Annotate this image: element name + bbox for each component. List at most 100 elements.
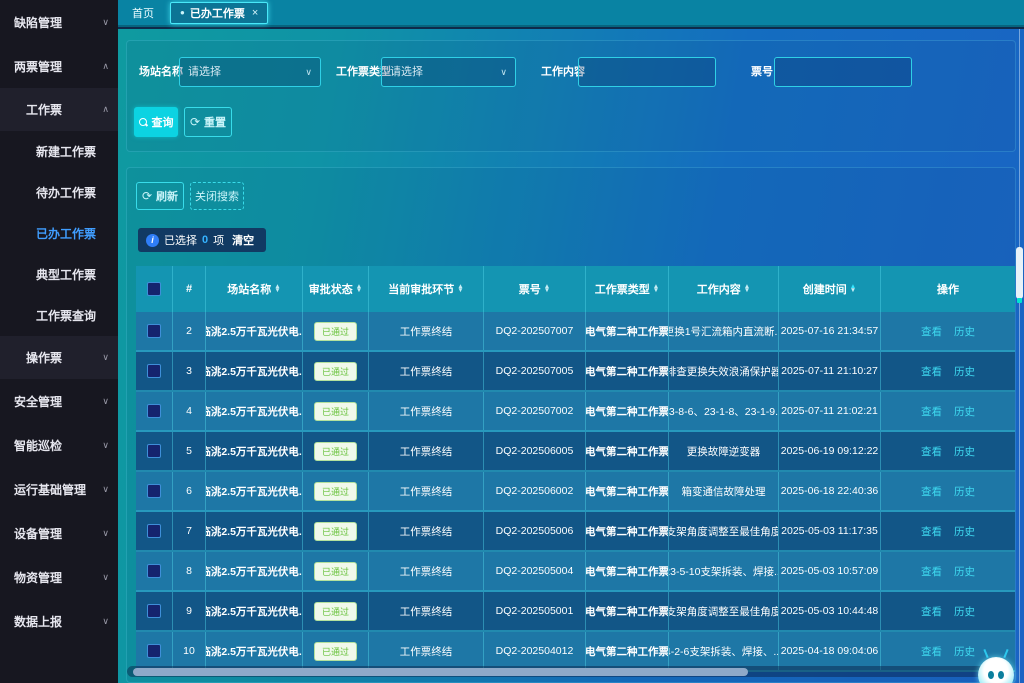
work-content-input[interactable] (587, 58, 707, 86)
row-checkbox[interactable] (147, 364, 161, 378)
select-all-checkbox[interactable] (147, 282, 161, 296)
sidebar-item-todo-work-ticket[interactable]: 待办工作票 (0, 172, 118, 213)
horizontal-scrollbar-thumb[interactable] (133, 668, 748, 676)
header-4[interactable]: 当前审批环节▲▼ (369, 266, 484, 312)
row-station: 临洮2.5万千瓦光伏电... (206, 552, 303, 590)
horizontal-scrollbar[interactable] (127, 666, 1004, 677)
history-link[interactable]: 历史 (954, 364, 975, 379)
header-3[interactable]: 审批状态▲▼ (303, 266, 369, 312)
sidebar-item-operation-base-management[interactable]: 运行基础管理 ∨ (0, 467, 118, 511)
header-7[interactable]: 工作内容▲▼ (669, 266, 779, 312)
row-index: 10 (173, 632, 206, 670)
header-2[interactable]: 场站名称▲▼ (206, 266, 303, 312)
sidebar-item-work-ticket-query[interactable]: 工作票查询 (0, 295, 118, 336)
sidebar-item-material-management[interactable]: 物资管理 ∨ (0, 555, 118, 599)
table-body: 2 临洮2.5万千瓦光伏电... 已通过 工作票终结 DQ2-202507007… (136, 312, 1015, 672)
view-link[interactable]: 查看 (921, 484, 942, 499)
header-5[interactable]: 票号▲▼ (484, 266, 586, 312)
sidebar-item-equipment-management[interactable]: 设备管理 ∨ (0, 511, 118, 555)
sidebar-item-smart-inspection[interactable]: 智能巡检 ∨ (0, 423, 118, 467)
row-ticket-no: DQ2-202507005 (484, 352, 586, 390)
sort-icon[interactable]: ▲▼ (744, 285, 750, 294)
history-link[interactable]: 历史 (954, 324, 975, 339)
ticket-type-select[interactable]: 请选择 ∨ (381, 57, 516, 87)
view-link[interactable]: 查看 (921, 364, 942, 379)
robot-antenna-icon (983, 649, 988, 658)
station-name-select[interactable]: 请选择 ∨ (179, 57, 321, 87)
history-link[interactable]: 历史 (954, 404, 975, 419)
row-checkbox[interactable] (147, 484, 161, 498)
vertical-scrollbar-thumb[interactable] (1016, 247, 1023, 299)
sort-icon[interactable]: ▲▼ (457, 285, 463, 294)
sort-icon[interactable]: ▲▼ (274, 285, 280, 294)
row-station: 临洮2.5万千瓦光伏电... (206, 512, 303, 550)
history-link[interactable]: 历史 (954, 444, 975, 459)
row-index: 8 (173, 552, 206, 590)
sidebar-item-new-work-ticket[interactable]: 新建工作票 (0, 131, 118, 172)
sidebar-item-work-ticket[interactable]: 工作票 ∧ (0, 88, 118, 131)
view-link[interactable]: 查看 (921, 404, 942, 419)
tab-done-work-ticket[interactable]: ● 已办工作票 × (170, 2, 268, 24)
header-6[interactable]: 工作票类型▲▼ (586, 266, 669, 312)
status-badge: 已通过 (314, 562, 357, 581)
row-work-content: 排查更换失效浪涌保护器 (669, 352, 779, 390)
sidebar-item-data-reporting[interactable]: 数据上报 ∨ (0, 599, 118, 643)
row-checkbox[interactable] (147, 564, 161, 578)
row-created-time: 2025-05-03 10:57:09 (779, 552, 881, 590)
history-link[interactable]: 历史 (954, 564, 975, 579)
sidebar-item-two-ticket-management[interactable]: 两票管理 ∧ (0, 44, 118, 88)
tab-home[interactable]: 首页 (118, 5, 168, 21)
row-checkbox[interactable] (147, 644, 161, 658)
tab-dot-icon: ● (180, 8, 185, 17)
sort-icon[interactable]: ▲▼ (356, 285, 362, 294)
status-badge: 已通过 (314, 322, 357, 341)
view-link[interactable]: 查看 (921, 564, 942, 579)
ticket-no-input[interactable] (783, 58, 903, 86)
close-search-button[interactable]: 关闭搜索 (190, 182, 244, 210)
history-link[interactable]: 历史 (954, 604, 975, 619)
sort-icon[interactable]: ▲▼ (544, 285, 550, 294)
sidebar-item-defect-management[interactable]: 缺陷管理 ∨ (0, 0, 118, 44)
row-checkbox[interactable] (147, 604, 161, 618)
robot-head-icon (978, 657, 1014, 683)
row-approval-step: 工作票终结 (369, 392, 484, 430)
vertical-scrollbar-track (1019, 29, 1020, 683)
station-name-label: 场站名称 (139, 57, 183, 87)
row-station: 临洮2.5万千瓦光伏电... (206, 312, 303, 350)
view-link[interactable]: 查看 (921, 444, 942, 459)
search-icon (139, 118, 148, 127)
row-checkbox[interactable] (147, 324, 161, 338)
row-checkbox[interactable] (147, 524, 161, 538)
clear-selection-button[interactable]: 清空 (232, 232, 254, 248)
history-link[interactable]: 历史 (954, 524, 975, 539)
chevron-down-icon: ∨ (102, 352, 109, 363)
reset-button[interactable]: ⟳ 重置 (184, 107, 232, 137)
header-1: # (173, 266, 206, 312)
refresh-button[interactable]: ⟳ 刷新 (136, 182, 184, 210)
view-link[interactable]: 查看 (921, 524, 942, 539)
sidebar-item-operation-ticket[interactable]: 操作票 ∨ (0, 336, 118, 379)
sort-icon[interactable]: ▲▼ (850, 285, 856, 294)
history-link[interactable]: 历史 (954, 484, 975, 499)
row-checkbox[interactable] (147, 404, 161, 418)
sidebar-item-done-work-ticket[interactable]: 已办工作票 (0, 213, 118, 254)
header-label: 场站名称 (227, 281, 271, 297)
chevron-down-icon: ∨ (102, 484, 109, 495)
row-work-content: 支架角度调整至最佳角度 (669, 512, 779, 550)
row-checkbox[interactable] (147, 444, 161, 458)
view-link[interactable]: 查看 (921, 324, 942, 339)
sidebar-item-safety-management[interactable]: 安全管理 ∨ (0, 379, 118, 423)
row-created-time: 2025-05-03 11:17:35 (779, 512, 881, 550)
search-button[interactable]: 查询 (134, 107, 178, 137)
sort-icon[interactable]: ▲▼ (653, 285, 659, 294)
selection-prefix: 已选择 (164, 232, 197, 248)
assistant-robot-button[interactable] (976, 649, 1016, 683)
history-link[interactable]: 历史 (954, 644, 975, 659)
tab-close-icon[interactable]: × (252, 7, 258, 19)
header-8[interactable]: 创建时间▲▼ (779, 266, 881, 312)
view-link[interactable]: 查看 (921, 644, 942, 659)
row-index: 7 (173, 512, 206, 550)
row-station: 临洮2.5万千瓦光伏电... (206, 432, 303, 470)
sidebar-item-typical-work-ticket[interactable]: 典型工作票 (0, 254, 118, 295)
view-link[interactable]: 查看 (921, 604, 942, 619)
